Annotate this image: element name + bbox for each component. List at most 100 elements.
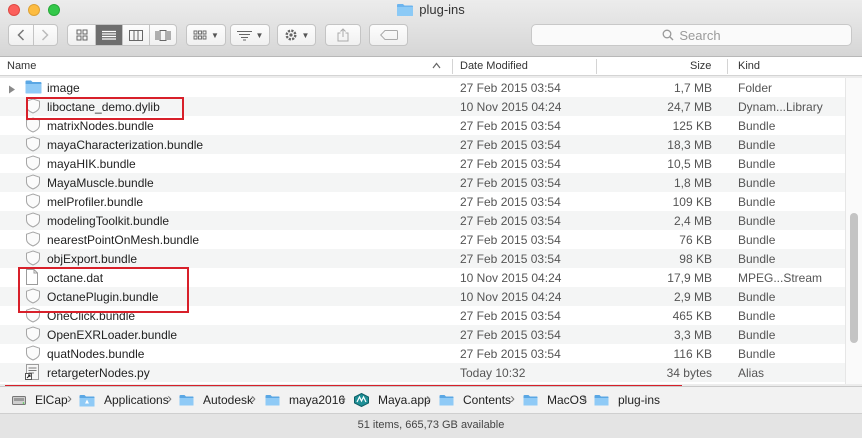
vertical-scrollbar[interactable]	[845, 78, 862, 384]
file-row[interactable]: modelingToolkit.bundle 27 Feb 2015 03:54 2…	[0, 211, 862, 230]
path-separator-chevron-icon: ›	[426, 390, 431, 407]
file-row[interactable]: matrixNodes.bundle 27 Feb 2015 03:54 125 K…	[0, 116, 862, 135]
path-crumb[interactable]: Autodesk	[179, 393, 253, 407]
path-crumb[interactable]: Contents	[439, 393, 511, 407]
share-button[interactable]	[325, 24, 361, 46]
path-crumb-label: Contents	[463, 393, 512, 407]
file-row[interactable]: quatNodes.bundle 27 Feb 2015 03:54 116 KB B…	[0, 344, 862, 363]
file-size: 24,7 MB	[667, 100, 712, 114]
cover-flow-button[interactable]	[148, 25, 176, 45]
file-row[interactable]: liboctane_demo.dylib 10 Nov 2015 04:24 24,…	[0, 97, 862, 116]
file-name: octane.dat	[47, 271, 104, 285]
bundle-icon	[25, 136, 41, 155]
toolbar: plug-ins ▼ ▼ ▼ Search	[0, 0, 862, 57]
action-button[interactable]: ▼	[277, 24, 316, 46]
bundle-icon	[25, 98, 41, 117]
back-forward-control	[8, 24, 58, 46]
icon-view-button[interactable]	[68, 25, 95, 45]
file-name: liboctane_demo.dylib	[47, 100, 160, 114]
sort-ascending-icon	[432, 62, 441, 69]
disclosure-triangle-icon[interactable]	[8, 83, 16, 97]
search-field[interactable]: Search	[531, 24, 852, 46]
path-separator-chevron-icon: ›	[167, 390, 172, 407]
column-header-size[interactable]: Size	[690, 60, 711, 72]
file-size: 34 bytes	[666, 366, 712, 380]
view-mode-control	[67, 24, 177, 46]
path-crumb[interactable]: Maya.app	[354, 393, 431, 407]
path-crumb-label: plug-ins	[618, 393, 661, 407]
status-text: 51 items, 665,73 GB available	[357, 419, 505, 431]
path-crumb[interactable]: ElCap	[12, 393, 68, 407]
list-view-button[interactable]	[95, 25, 122, 45]
forward-button[interactable]	[32, 25, 57, 45]
sort-button[interactable]: ▼	[230, 24, 270, 46]
column-view-button[interactable]	[122, 25, 149, 45]
file-name: modelingToolkit.bundle	[47, 214, 170, 228]
file-row[interactable]: image 27 Feb 2015 03:54 1,7 MB Folder	[0, 78, 862, 97]
file-kind: Alias	[738, 366, 765, 380]
file-row[interactable]: retargeterNodes.py Today 10:32 34 bytes Ali…	[0, 363, 862, 382]
path-bar: ElCap › Applications › Autodesk › maya2016 › May…	[0, 386, 862, 413]
columns-icon	[128, 29, 143, 41]
file-row[interactable]: mayaCharacterization.bundle 27 Feb 2015 0…	[0, 135, 862, 154]
path-crumb[interactable]: plug-ins	[594, 393, 660, 407]
column-header-kind[interactable]: Kind	[738, 60, 760, 72]
bundle-icon	[25, 231, 41, 250]
file-name: quatNodes.bundle	[47, 347, 145, 361]
bundle-icon	[25, 155, 41, 174]
bundle-icon	[25, 250, 41, 269]
path-separator-chevron-icon: ›	[341, 390, 346, 407]
file-size: 109 KB	[672, 195, 712, 209]
file-row[interactable]: MayaMuscle.bundle 27 Feb 2015 03:54 1,8 MB…	[0, 173, 862, 192]
chevron-down-icon: ▼	[301, 30, 310, 40]
file-date: 27 Feb 2015 03:54	[460, 81, 561, 95]
file-kind: Bundle	[738, 347, 776, 361]
column-header-name[interactable]: Name	[7, 60, 36, 72]
arrange-grid-icon	[193, 30, 207, 39]
file-kind: Folder	[738, 81, 773, 95]
tag-button[interactable]	[369, 24, 408, 46]
column-divider[interactable]	[727, 59, 728, 74]
arrange-button[interactable]: ▼	[186, 24, 226, 46]
maya-app-icon	[354, 393, 374, 407]
window-title: plug-ins	[0, 2, 862, 19]
file-row[interactable]: OneClick.bundle 27 Feb 2015 03:54 465 KB Bu…	[0, 306, 862, 325]
path-crumb-label: maya2016	[289, 393, 346, 407]
file-kind: Bundle	[738, 214, 776, 228]
file-name: nearestPointOnMesh.bundle	[47, 233, 200, 247]
folder-icon	[265, 394, 285, 406]
tag-icon	[379, 30, 398, 40]
file-row[interactable]: octane.dat 10 Nov 2015 04:24 17,9 MB MPEG..…	[0, 268, 862, 287]
file-row[interactable]: OctanePlugin.bundle 10 Nov 2015 04:24 2,9 …	[0, 287, 862, 306]
file-list: image 27 Feb 2015 03:54 1,7 MB Folder liboct…	[0, 78, 862, 384]
file-row[interactable]: melProfiler.bundle 27 Feb 2015 03:54 109 K…	[0, 192, 862, 211]
file-row[interactable]: objExport.bundle 27 Feb 2015 03:54 98 KB Bu…	[0, 249, 862, 268]
status-bar: 51 items, 665,73 GB available	[0, 413, 862, 438]
file-name: image	[47, 81, 80, 95]
path-crumb[interactable]: Applications	[79, 393, 169, 407]
file-name: retargeterNodes.py	[47, 366, 150, 380]
file-row[interactable]: mayaHIK.bundle 27 Feb 2015 03:54 10,5 MB Bu…	[0, 154, 862, 173]
path-separator-chevron-icon: ›	[582, 390, 587, 407]
file-row[interactable]: OpenEXRLoader.bundle 27 Feb 2015 03:54 3,3…	[0, 325, 862, 344]
file-size: 465 KB	[672, 309, 712, 323]
cover-flow-icon	[155, 29, 171, 41]
file-kind: Bundle	[738, 195, 776, 209]
path-crumb[interactable]: maya2016	[265, 393, 345, 407]
share-icon	[337, 28, 349, 42]
column-header-date[interactable]: Date Modified	[460, 60, 528, 72]
file-kind: Bundle	[738, 176, 776, 190]
path-crumb[interactable]: MacOS	[523, 393, 587, 407]
chevron-right-icon	[42, 29, 50, 41]
file-row[interactable]: nearestPointOnMesh.bundle 27 Feb 2015 03:…	[0, 230, 862, 249]
scrollbar-thumb[interactable]	[850, 213, 858, 343]
file-size: 1,8 MB	[673, 176, 712, 190]
column-header: Name Date Modified Size Kind	[0, 57, 862, 76]
back-button[interactable]	[9, 25, 33, 45]
file-size: 2,9 MB	[673, 290, 712, 304]
applications-folder-icon	[79, 394, 100, 407]
folder-icon	[397, 3, 414, 19]
column-divider[interactable]	[452, 59, 453, 74]
column-divider[interactable]	[596, 59, 597, 74]
file-name: OneClick.bundle	[47, 309, 136, 323]
